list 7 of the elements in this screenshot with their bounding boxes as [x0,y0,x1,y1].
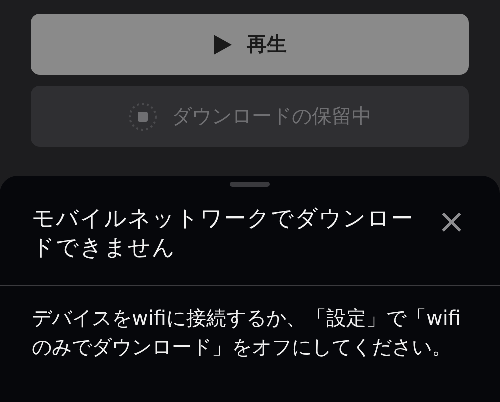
play-icon [213,34,233,56]
sheet-message: デバイスをwifiに接続するか、「設定」で「wifiのみでダウンロード」をオフにしてください。 [31,305,462,361]
pending-download-icon [128,102,158,132]
drag-handle[interactable] [230,182,270,187]
close-button[interactable]: × [438,207,466,237]
sheet-title: モバイルネットワークでダウンロードできません [32,205,415,263]
play-button[interactable]: 再生 [31,14,469,75]
